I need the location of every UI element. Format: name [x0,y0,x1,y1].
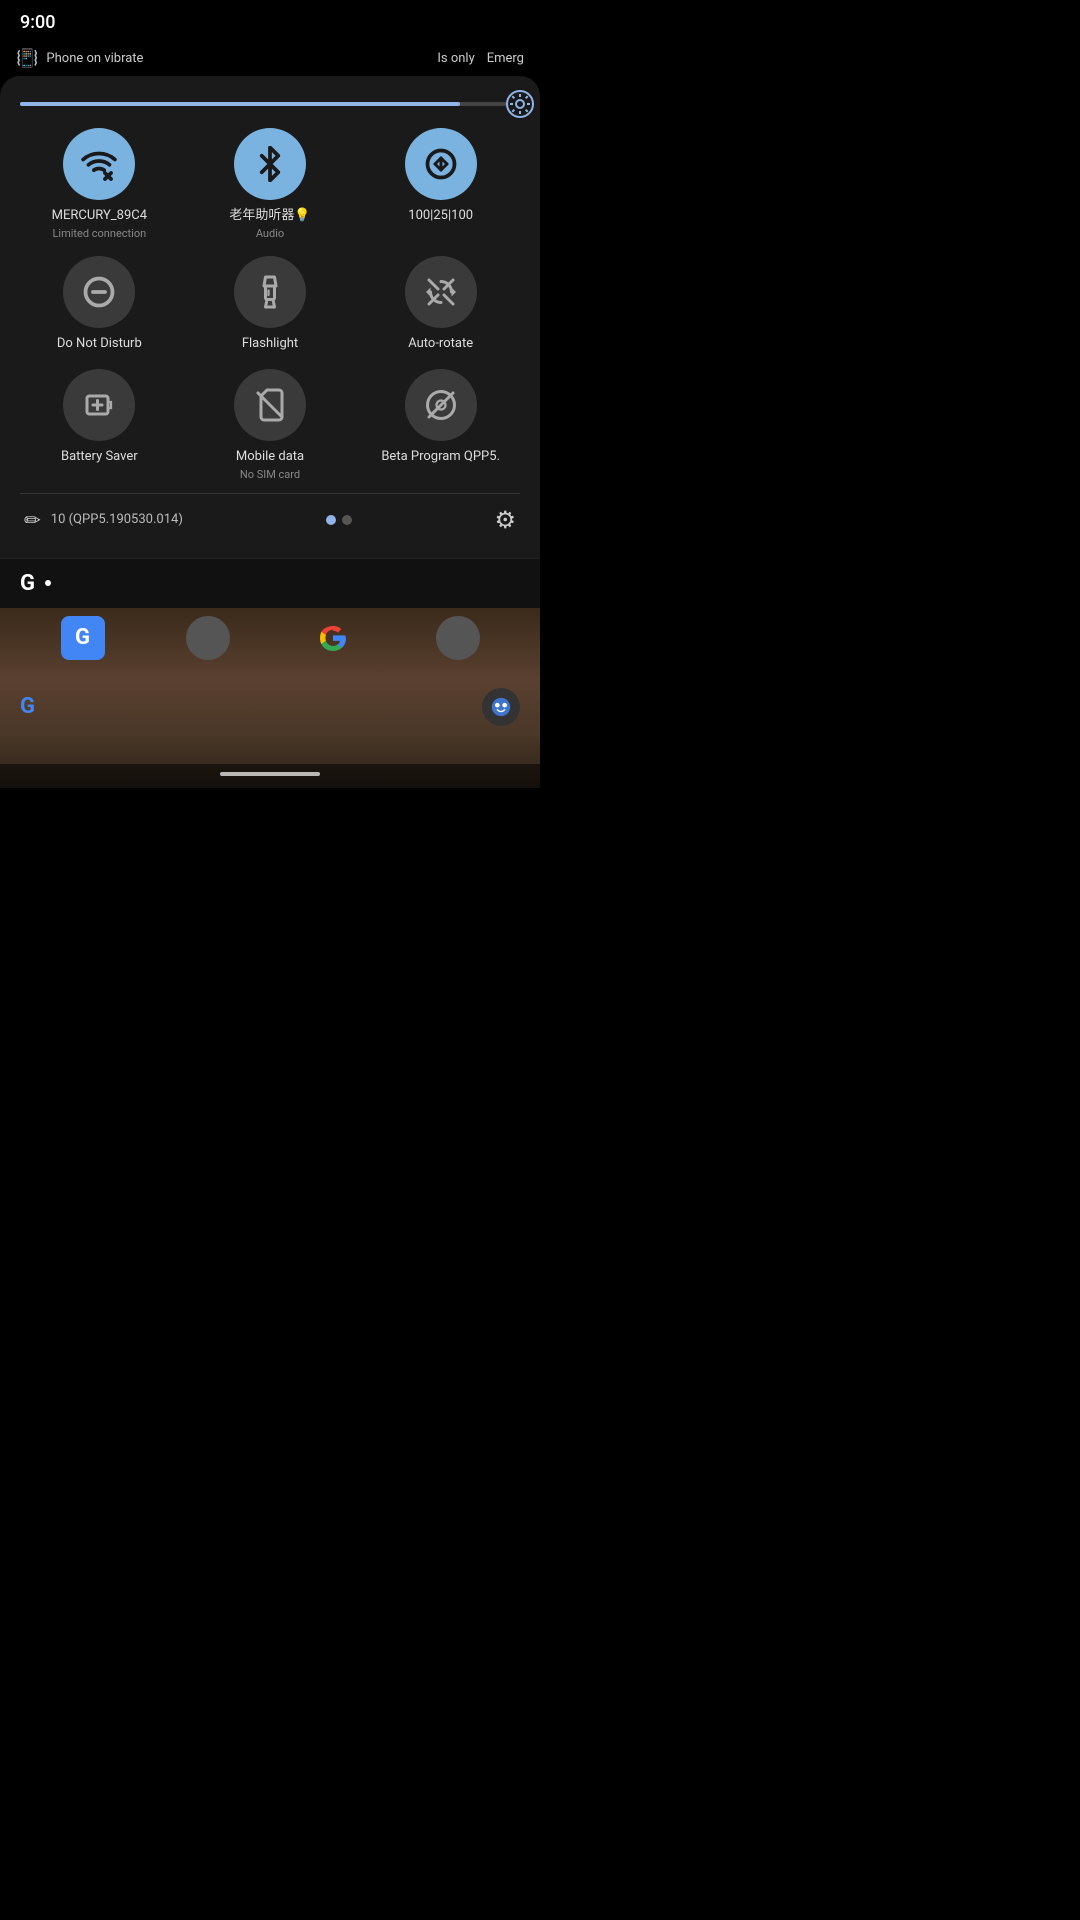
brightness-icon [506,90,534,118]
tile-dnd[interactable]: Do Not Disturb [20,256,179,353]
beta-label: Beta Program QPP5. [381,449,500,466]
brightness-slider[interactable] [20,100,520,108]
google-g-letter: G [20,571,35,596]
tile-mobile-data[interactable]: Mobile data No SIM card [191,369,350,481]
brightness-track [20,102,520,106]
edit-icon[interactable]: ✏ [24,508,41,532]
qs-bottom-left: ✏ 10 (QPP5.190530.014) [24,508,183,532]
page-dot-1[interactable] [326,515,336,525]
autorotate-icon-wrap [405,256,477,328]
tile-beta[interactable]: Beta Program QPP5. [361,369,520,481]
phone-vibrate-label: Phone on vibrate [46,51,143,66]
vibrate-icon: 📳 [16,48,38,69]
google-dot [45,580,51,586]
dock-google-icon[interactable]: G [61,616,105,660]
brightness-row[interactable] [20,100,520,108]
tile-battery-saver[interactable]: Battery Saver [20,369,179,481]
tile-data-saver[interactable]: 100|25|100 [361,128,520,240]
wifi-label: MERCURY_89C4 [52,208,147,225]
brightness-fill [20,102,460,106]
dock-center-icon[interactable] [186,616,230,660]
page-dot-2[interactable] [342,515,352,525]
google-logo: G [75,625,90,650]
bluetooth-label: 老年助听器💡 [229,208,310,225]
battery-icon-wrap [63,369,135,441]
no-sim-icon-wrap [234,369,306,441]
notif-left: 📳 Phone on vibrate [16,48,143,69]
data-saver-icon-wrap [405,128,477,200]
autorotate-label: Auto-rotate [408,336,473,353]
google-search-g[interactable]: G [20,694,35,719]
status-bar: 9:00 [0,0,540,40]
tile-flashlight[interactable]: Flashlight [191,256,350,353]
dnd-icon-wrap [63,256,135,328]
tile-wifi[interactable]: MERCURY_89C4 Limited connection [20,128,179,240]
flashlight-icon-wrap [234,256,306,328]
wifi-icon-wrap [63,128,135,200]
data-saver-label: 100|25|100 [408,208,473,225]
assistant-icon[interactable] [482,688,520,726]
nav-pill [220,772,320,776]
battery-saver-label: Battery Saver [61,449,138,466]
quick-settings-panel: MERCURY_89C4 Limited connection 老年助听器💡 A… [0,76,540,558]
flashlight-label: Flashlight [242,336,298,353]
dock-google-color-icon[interactable] [311,616,355,660]
beta-icon-wrap [405,369,477,441]
tile-bluetooth[interactable]: 老年助听器💡 Audio [191,128,350,240]
dock-right-icon[interactable] [436,616,480,660]
mobile-data-sublabel: No SIM card [240,468,300,481]
status-time: 9:00 [20,12,55,33]
nav-bar [0,764,540,788]
bluetooth-icon-wrap [234,128,306,200]
notif-right: Is only Emerg [437,51,524,66]
tile-autorotate[interactable]: Auto-rotate [361,256,520,353]
qs-bottom-bar: ✏ 10 (QPP5.190530.014) ⚙ [20,493,520,542]
google-bar[interactable]: G [0,558,540,608]
app-dock: G [0,608,540,668]
wifi-sublabel: Limited connection [52,227,146,240]
tiles-grid: MERCURY_89C4 Limited connection 老年助听器💡 A… [20,128,520,481]
mobile-data-label: Mobile data [236,449,304,466]
dnd-label: Do Not Disturb [57,336,142,353]
notif-bar: 📳 Phone on vibrate Is only Emerg [0,40,540,76]
home-screen: G G [0,608,540,788]
bluetooth-sublabel: Audio [256,227,284,240]
settings-button[interactable]: ⚙ [494,506,516,534]
emergency-label: Emerg [487,51,524,66]
is-only-label: Is only [437,51,474,66]
build-number: 10 (QPP5.190530.014) [51,512,183,527]
page-dots[interactable] [326,515,352,525]
